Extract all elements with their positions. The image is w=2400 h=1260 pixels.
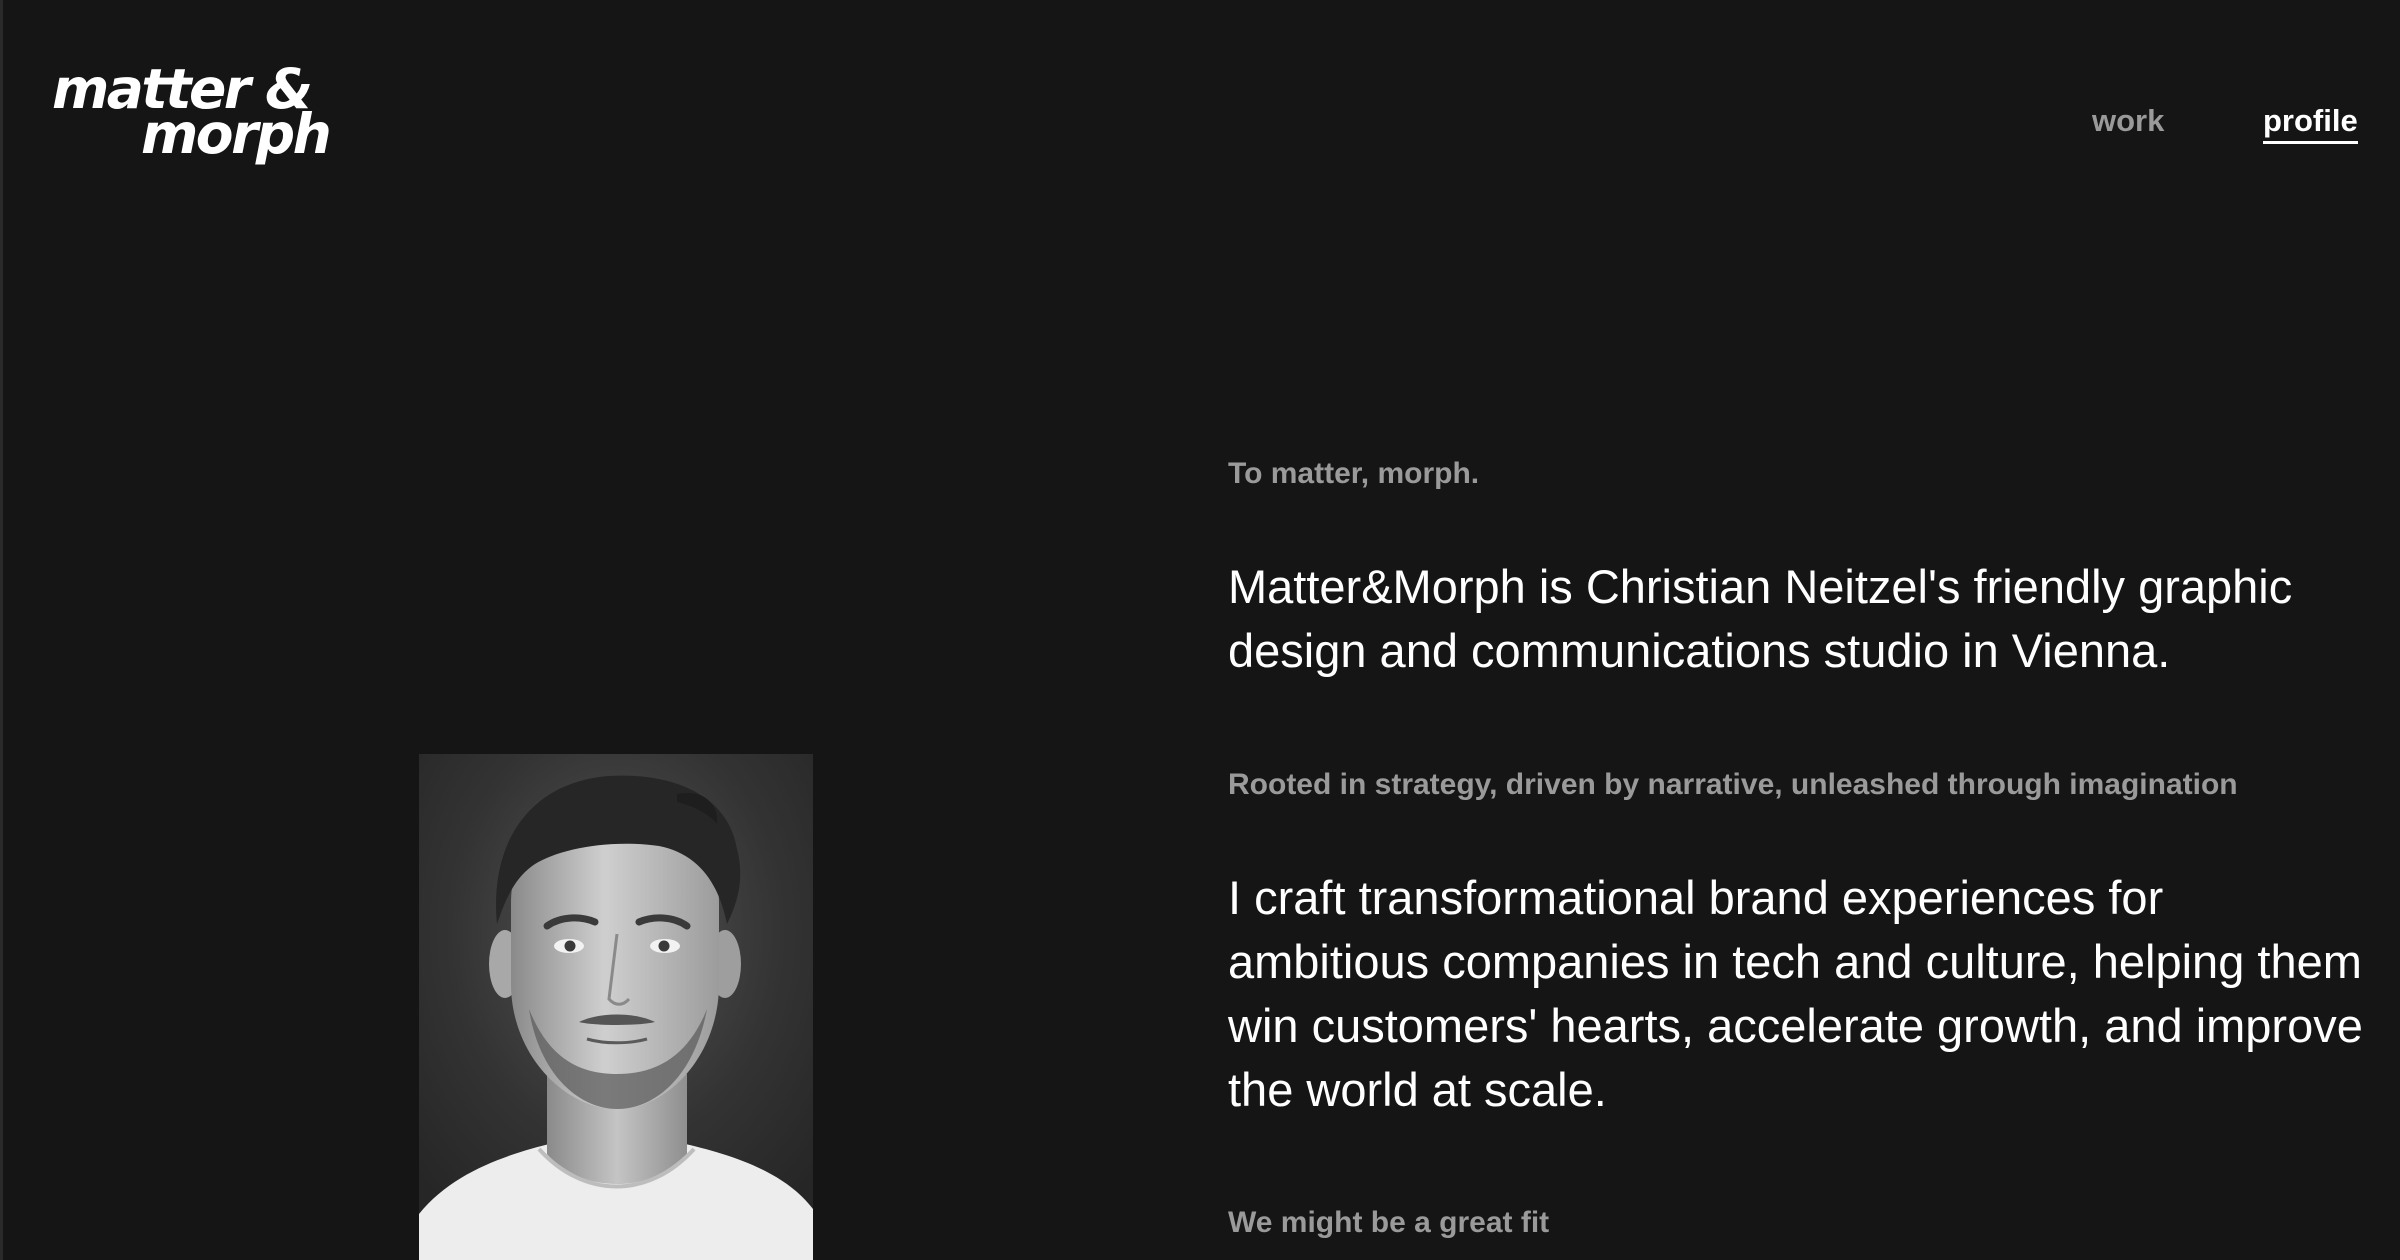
profile-photo: [419, 754, 813, 1260]
intro-text: Matter&Morph is Christian Neitzel's frie…: [1228, 560, 2293, 677]
nav-link-work[interactable]: work: [2092, 102, 2164, 140]
nav-link-profile[interactable]: profile: [2263, 102, 2358, 144]
brand-logo[interactable]: matter & morph: [52, 62, 332, 176]
tagline: To matter, morph.: [1228, 457, 1480, 490]
logo-line-2: morph: [141, 102, 332, 166]
closing-heading: We might be a great fit: [1228, 1206, 1550, 1239]
portrait-illustration: [419, 754, 813, 1260]
body-text: I craft transformational brand experienc…: [1228, 871, 2363, 1116]
subheading: Rooted in strategy, driven by narrative,…: [1228, 768, 2238, 801]
window-edge: [0, 0, 3, 1260]
